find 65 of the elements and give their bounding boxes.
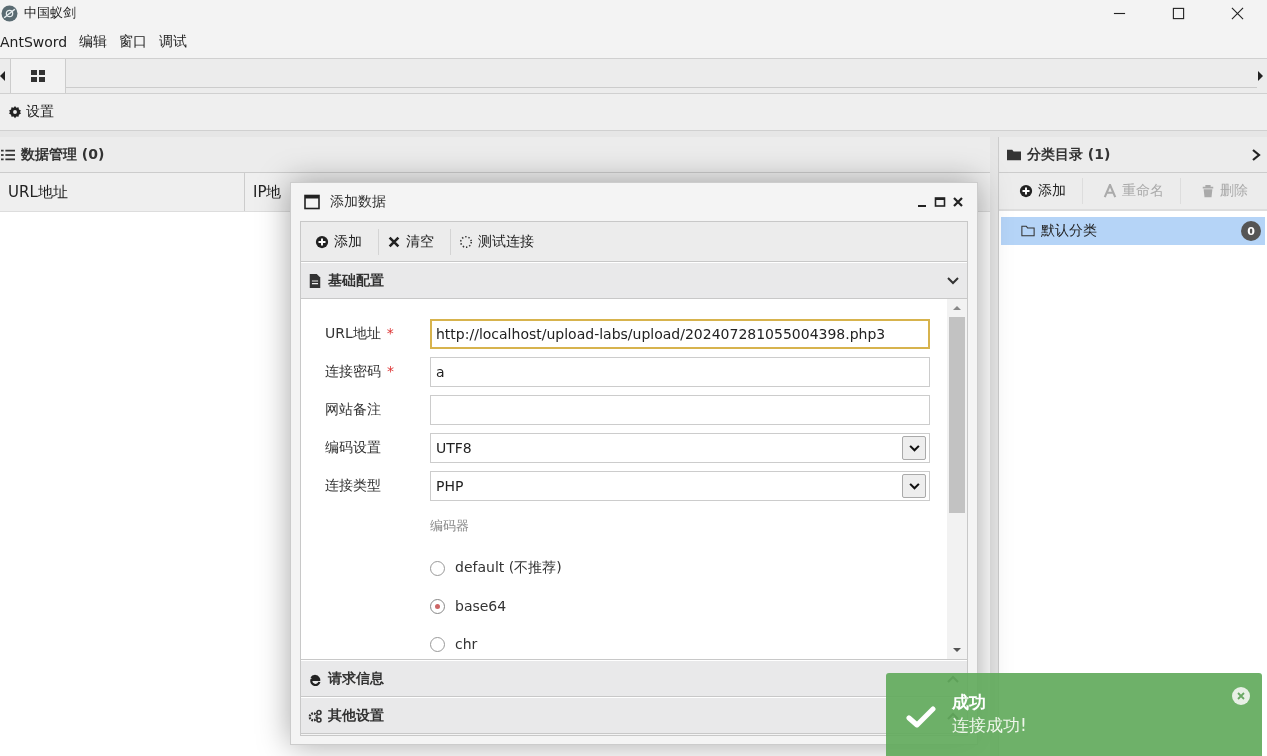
toolbar-button[interactable]: 添加	[307, 232, 378, 251]
settings-button[interactable]: 设置	[0, 103, 62, 121]
toolbar-button[interactable]: 添加	[999, 178, 1083, 204]
spinner-icon	[459, 234, 473, 249]
group-label: 编码器	[430, 517, 470, 535]
document-icon	[308, 273, 322, 288]
dropdown[interactable]: UTF8	[430, 433, 930, 463]
required-mark: *	[386, 325, 394, 341]
section-header[interactable]: 基础配置	[301, 262, 967, 299]
caret-icon	[908, 444, 920, 452]
column-header[interactable]: URL地址	[0, 173, 245, 211]
radio-option[interactable]: chr	[430, 625, 947, 663]
trash-icon	[1201, 184, 1215, 198]
list-icon	[1, 147, 15, 162]
maximize-icon[interactable]	[1172, 6, 1185, 20]
cross-icon	[387, 234, 401, 249]
required-mark: *	[387, 363, 394, 379]
maximize-icon[interactable]	[934, 196, 946, 208]
input-field[interactable]	[430, 395, 930, 425]
field-label: 编码设置	[325, 439, 381, 455]
chevron-right-icon[interactable]	[1251, 148, 1261, 161]
folder-icon	[1007, 147, 1021, 162]
scroll-left-icon[interactable]	[0, 71, 6, 81]
close-icon[interactable]	[952, 196, 964, 208]
menu-item[interactable]: 编辑	[79, 33, 108, 51]
panel-title: 数据管理 (0)	[21, 145, 105, 164]
scroll-up-icon[interactable]	[952, 305, 962, 311]
field-label: 连接类型	[325, 477, 381, 493]
category-item[interactable]: 默认分类 0	[1001, 217, 1265, 245]
dropdown-button[interactable]	[902, 474, 926, 498]
toolbar-button[interactable]: 测试连接	[451, 232, 550, 251]
input-field[interactable]: http://localhost/upload-labs/upload/202407281055004398.php3	[430, 319, 930, 349]
font-icon	[1103, 184, 1117, 198]
scrollbar[interactable]	[947, 299, 967, 659]
input-field[interactable]: a	[430, 357, 930, 387]
check-icon	[906, 705, 936, 729]
dropdown[interactable]: PHP	[430, 471, 930, 501]
radio-option[interactable]: base64	[430, 587, 947, 625]
folder-icon	[1021, 224, 1035, 238]
column-header[interactable]: IP地	[245, 173, 290, 211]
menu-item[interactable]: AntSword	[0, 34, 68, 50]
radio-option[interactable]: default (不推荐)	[430, 549, 947, 587]
gears-icon	[308, 708, 322, 723]
field-label: 网站备注	[325, 401, 381, 417]
dropdown-button[interactable]	[902, 436, 926, 460]
settings-icon	[8, 105, 22, 119]
count-badge: 0	[1241, 221, 1261, 241]
close-icon[interactable]	[1231, 6, 1244, 20]
menu-item[interactable]: 调试	[159, 33, 188, 51]
menu-item[interactable]: 窗口	[119, 33, 148, 51]
window-icon	[304, 194, 320, 210]
chevron-icon	[947, 276, 959, 285]
toolbar-button[interactable]: 清空	[379, 232, 450, 251]
field-label: URL地址	[325, 325, 381, 341]
field-label: 连接密码	[325, 363, 381, 379]
grid-icon	[31, 70, 45, 82]
home-tab[interactable]	[10, 59, 66, 93]
window-title: 中国蚁剑	[24, 4, 76, 22]
scroll-down-icon[interactable]	[952, 647, 962, 653]
panel-title: 分类目录 (1)	[1027, 145, 1111, 164]
caret-icon	[908, 482, 920, 490]
dialog-title: 添加数据	[330, 193, 386, 211]
plus-circle-icon	[315, 234, 329, 249]
plus-circle-icon	[1019, 184, 1033, 198]
scroll-right-icon[interactable]	[1257, 71, 1263, 81]
